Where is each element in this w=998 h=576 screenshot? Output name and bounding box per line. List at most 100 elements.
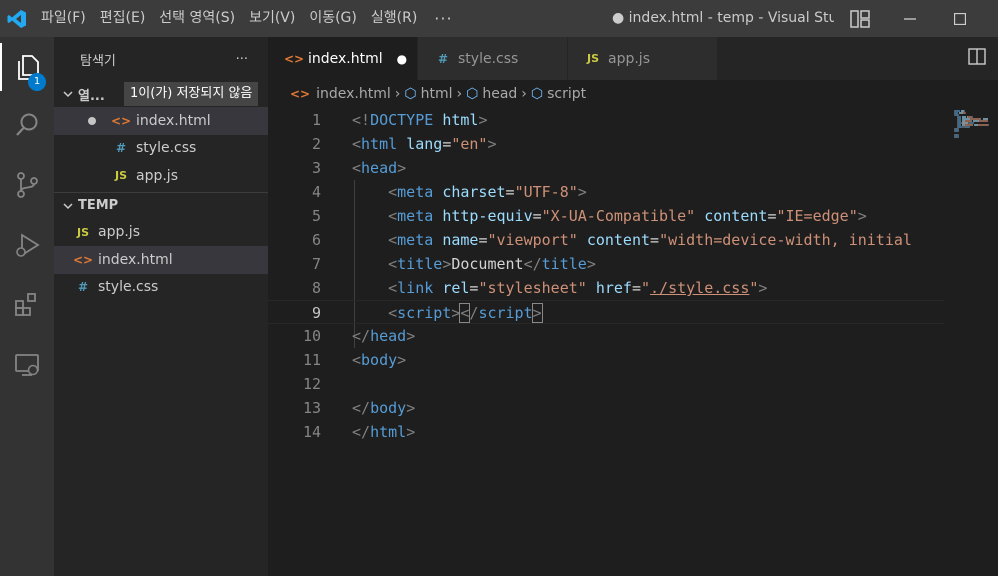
breadcrumb-item[interactable]: index.html [316, 86, 391, 102]
title-bar: 파일(F) 편집(E) 선택 영역(S) 보기(V) 이동(G) 실행(R) ·… [0, 0, 998, 37]
code-line[interactable]: 7 <title>Document</title> [268, 252, 944, 276]
menu-view[interactable]: 보기(V) [242, 0, 302, 37]
open-editors-label: 열... [78, 88, 105, 104]
source-control-icon[interactable] [0, 161, 54, 209]
minimap-token [965, 112, 967, 114]
code-line[interactable]: 11 <body> [268, 348, 944, 372]
code-text: <link rel="stylesheet" href="./style.css… [388, 279, 768, 297]
code-editor[interactable]: 1 <!DOCTYPE html> 2 <html lang="en"> 3 <head>… [268, 108, 944, 576]
code-text: <meta charset="UTF-8"> [388, 183, 587, 201]
open-editors-section[interactable]: 열... 1이(가) 저장되지 않음 [54, 81, 268, 107]
open-editor-item[interactable]: # style.css [54, 135, 268, 163]
js-file-icon: JS [76, 225, 89, 239]
line-number: 2 [311, 135, 321, 153]
breadcrumb-item[interactable]: script [547, 86, 586, 102]
search-icon[interactable] [0, 101, 54, 149]
extensions-icon[interactable] [0, 281, 54, 329]
line-number: 10 [302, 327, 321, 345]
explorer-header: 탐색기 ··· [54, 37, 268, 81]
breadcrumb: <> index.html › ⬡ html › ⬡ head › ⬡ scri… [268, 80, 998, 108]
line-number: 7 [311, 255, 321, 273]
file-tree-item[interactable]: <> index.html [54, 246, 268, 274]
code-line[interactable]: 6 <meta name="viewport" content="width=d… [268, 228, 944, 252]
breadcrumb-item[interactable]: head [482, 86, 517, 102]
menu-edit[interactable]: 편집(E) [93, 0, 153, 37]
tab-index-html[interactable]: <> index.html ● [268, 37, 418, 80]
css-file-icon: # [77, 280, 89, 295]
minimap-token [978, 124, 987, 126]
menu-go[interactable]: 이동(G) [302, 0, 364, 37]
breadcrumb-item[interactable]: html [421, 86, 453, 102]
open-editor-label: style.css [136, 140, 197, 157]
line-number: 4 [311, 183, 321, 201]
activity-bar: 1 [0, 37, 54, 576]
code-text: <head> [352, 159, 407, 177]
line-number: 13 [302, 399, 321, 417]
code-line[interactable]: 12 [268, 372, 944, 396]
files-icon[interactable]: 1 [0, 43, 54, 91]
chevron-right-icon: › [394, 86, 401, 102]
line-number: 5 [311, 207, 321, 225]
explorer-more-button[interactable]: ··· [236, 52, 248, 67]
chevron-down-icon [58, 200, 78, 212]
chevron-down-icon [58, 88, 78, 100]
minimap-token [969, 126, 971, 128]
html-file-icon: <> [72, 252, 94, 267]
tab-style-css[interactable]: # style.css [418, 37, 568, 80]
run-debug-icon[interactable] [0, 221, 54, 269]
code-line[interactable]: 5 <meta http-equiv="X-UA-Compatible" con… [268, 204, 944, 228]
open-editor-label: app.js [136, 167, 178, 184]
maximize-icon[interactable] [938, 0, 982, 37]
open-editor-item[interactable]: <> index.html [54, 107, 268, 135]
code-line[interactable]: 3 <head> [268, 156, 944, 180]
code-text: <body> [352, 351, 407, 369]
code-line[interactable]: 9 <script></script> [268, 300, 944, 324]
code-text: </html> [352, 423, 416, 441]
menu-more-button[interactable]: ··· [424, 0, 462, 37]
tab-label: app.js [608, 50, 650, 67]
minimap[interactable] [944, 108, 998, 576]
minimap-token [979, 120, 988, 122]
tab-app-js[interactable]: JS app.js [568, 37, 718, 80]
modified-dot-icon [88, 116, 96, 125]
file-tree-item[interactable]: # style.css [54, 274, 268, 302]
menu-run[interactable]: 실행(R) [364, 0, 424, 37]
html-file-icon: <> [284, 51, 305, 66]
minimap-token [958, 136, 960, 138]
html-file-icon: <> [290, 87, 311, 101]
explorer-title: 탐색기 [80, 53, 116, 69]
chevron-right-icon: › [456, 86, 463, 102]
code-line[interactable]: 8 <link rel="stylesheet" href="./style.c… [268, 276, 944, 300]
code-line[interactable]: 1 <!DOCTYPE html> [268, 108, 944, 132]
explorer-badge: 1 [28, 73, 46, 91]
minimize-icon[interactable] [888, 0, 932, 37]
menu-file[interactable]: 파일(F) [34, 0, 93, 37]
code-line[interactable]: 10 </head> [268, 324, 944, 348]
code-text: <html lang="en"> [352, 135, 497, 153]
file-tree-item[interactable]: JS app.js [54, 219, 268, 247]
tab-label: style.css [458, 50, 519, 67]
menu-selection[interactable]: 선택 영역(S) [152, 0, 242, 37]
code-line[interactable]: 14 </html> [268, 420, 944, 444]
unsaved-dot-icon[interactable]: ● [397, 52, 407, 66]
line-number: 1 [311, 111, 321, 129]
chevron-right-icon: › [521, 86, 527, 102]
code-text: <title>Document</title> [388, 255, 596, 273]
explorer-sidebar: 탐색기 ··· 열... 1이(가) 저장되지 않음 <> index.html… [54, 37, 268, 576]
split-editor-icon[interactable] [968, 48, 986, 70]
layout-toggle-icon[interactable] [838, 0, 882, 37]
line-number: 11 [302, 351, 321, 369]
remote-explorer-icon[interactable] [0, 341, 54, 389]
unsaved-tooltip: 1이(가) 저장되지 않음 [124, 82, 259, 106]
code-line[interactable]: 13 </body> [268, 396, 944, 420]
open-editor-label: index.html [136, 112, 211, 129]
file-label: app.js [98, 224, 140, 241]
code-line[interactable]: 4 <meta charset="UTF-8"> [268, 180, 944, 204]
open-editor-item[interactable]: JS app.js [54, 162, 268, 190]
element-icon: ⬡ [530, 86, 544, 102]
code-line[interactable]: 2 <html lang="en"> [268, 132, 944, 156]
line-number: 9 [311, 304, 321, 322]
menu-bar: 파일(F) 편집(E) 선택 영역(S) 보기(V) 이동(G) 실행(R) ·… [34, 0, 463, 37]
temp-folder-section[interactable]: TEMP [54, 193, 268, 219]
line-number: 8 [311, 279, 321, 297]
